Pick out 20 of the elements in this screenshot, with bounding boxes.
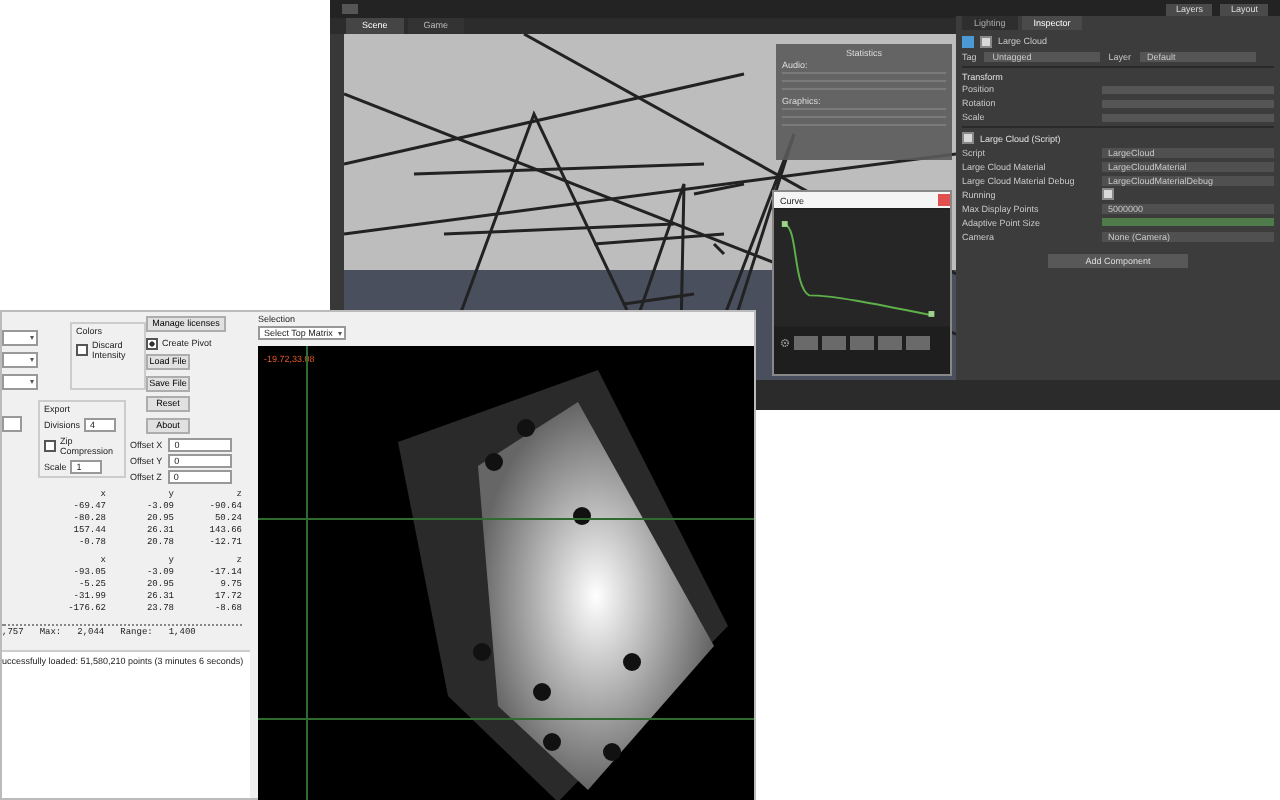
dropdown[interactable] — [2, 352, 38, 368]
caret-icon — [30, 358, 34, 362]
dropdown[interactable] — [2, 330, 38, 346]
component-checkbox[interactable] — [962, 132, 974, 144]
active-checkbox[interactable] — [980, 35, 992, 47]
caret-icon — [30, 380, 34, 384]
checkbox[interactable] — [44, 440, 56, 452]
vector-field[interactable] — [1102, 85, 1274, 94]
property-checkbox[interactable] — [1102, 188, 1114, 201]
checkbox[interactable] — [146, 337, 158, 349]
caret-icon — [338, 331, 342, 335]
curve-field[interactable] — [1102, 218, 1274, 227]
cube-icon — [962, 35, 974, 47]
settings-icon[interactable] — [780, 338, 790, 348]
vector-field[interactable] — [1102, 99, 1274, 108]
checkbox[interactable] — [76, 344, 88, 356]
spinner[interactable] — [2, 416, 22, 432]
vector-field[interactable] — [1102, 113, 1274, 122]
caret-icon — [30, 336, 34, 340]
dropdown[interactable] — [2, 374, 38, 390]
